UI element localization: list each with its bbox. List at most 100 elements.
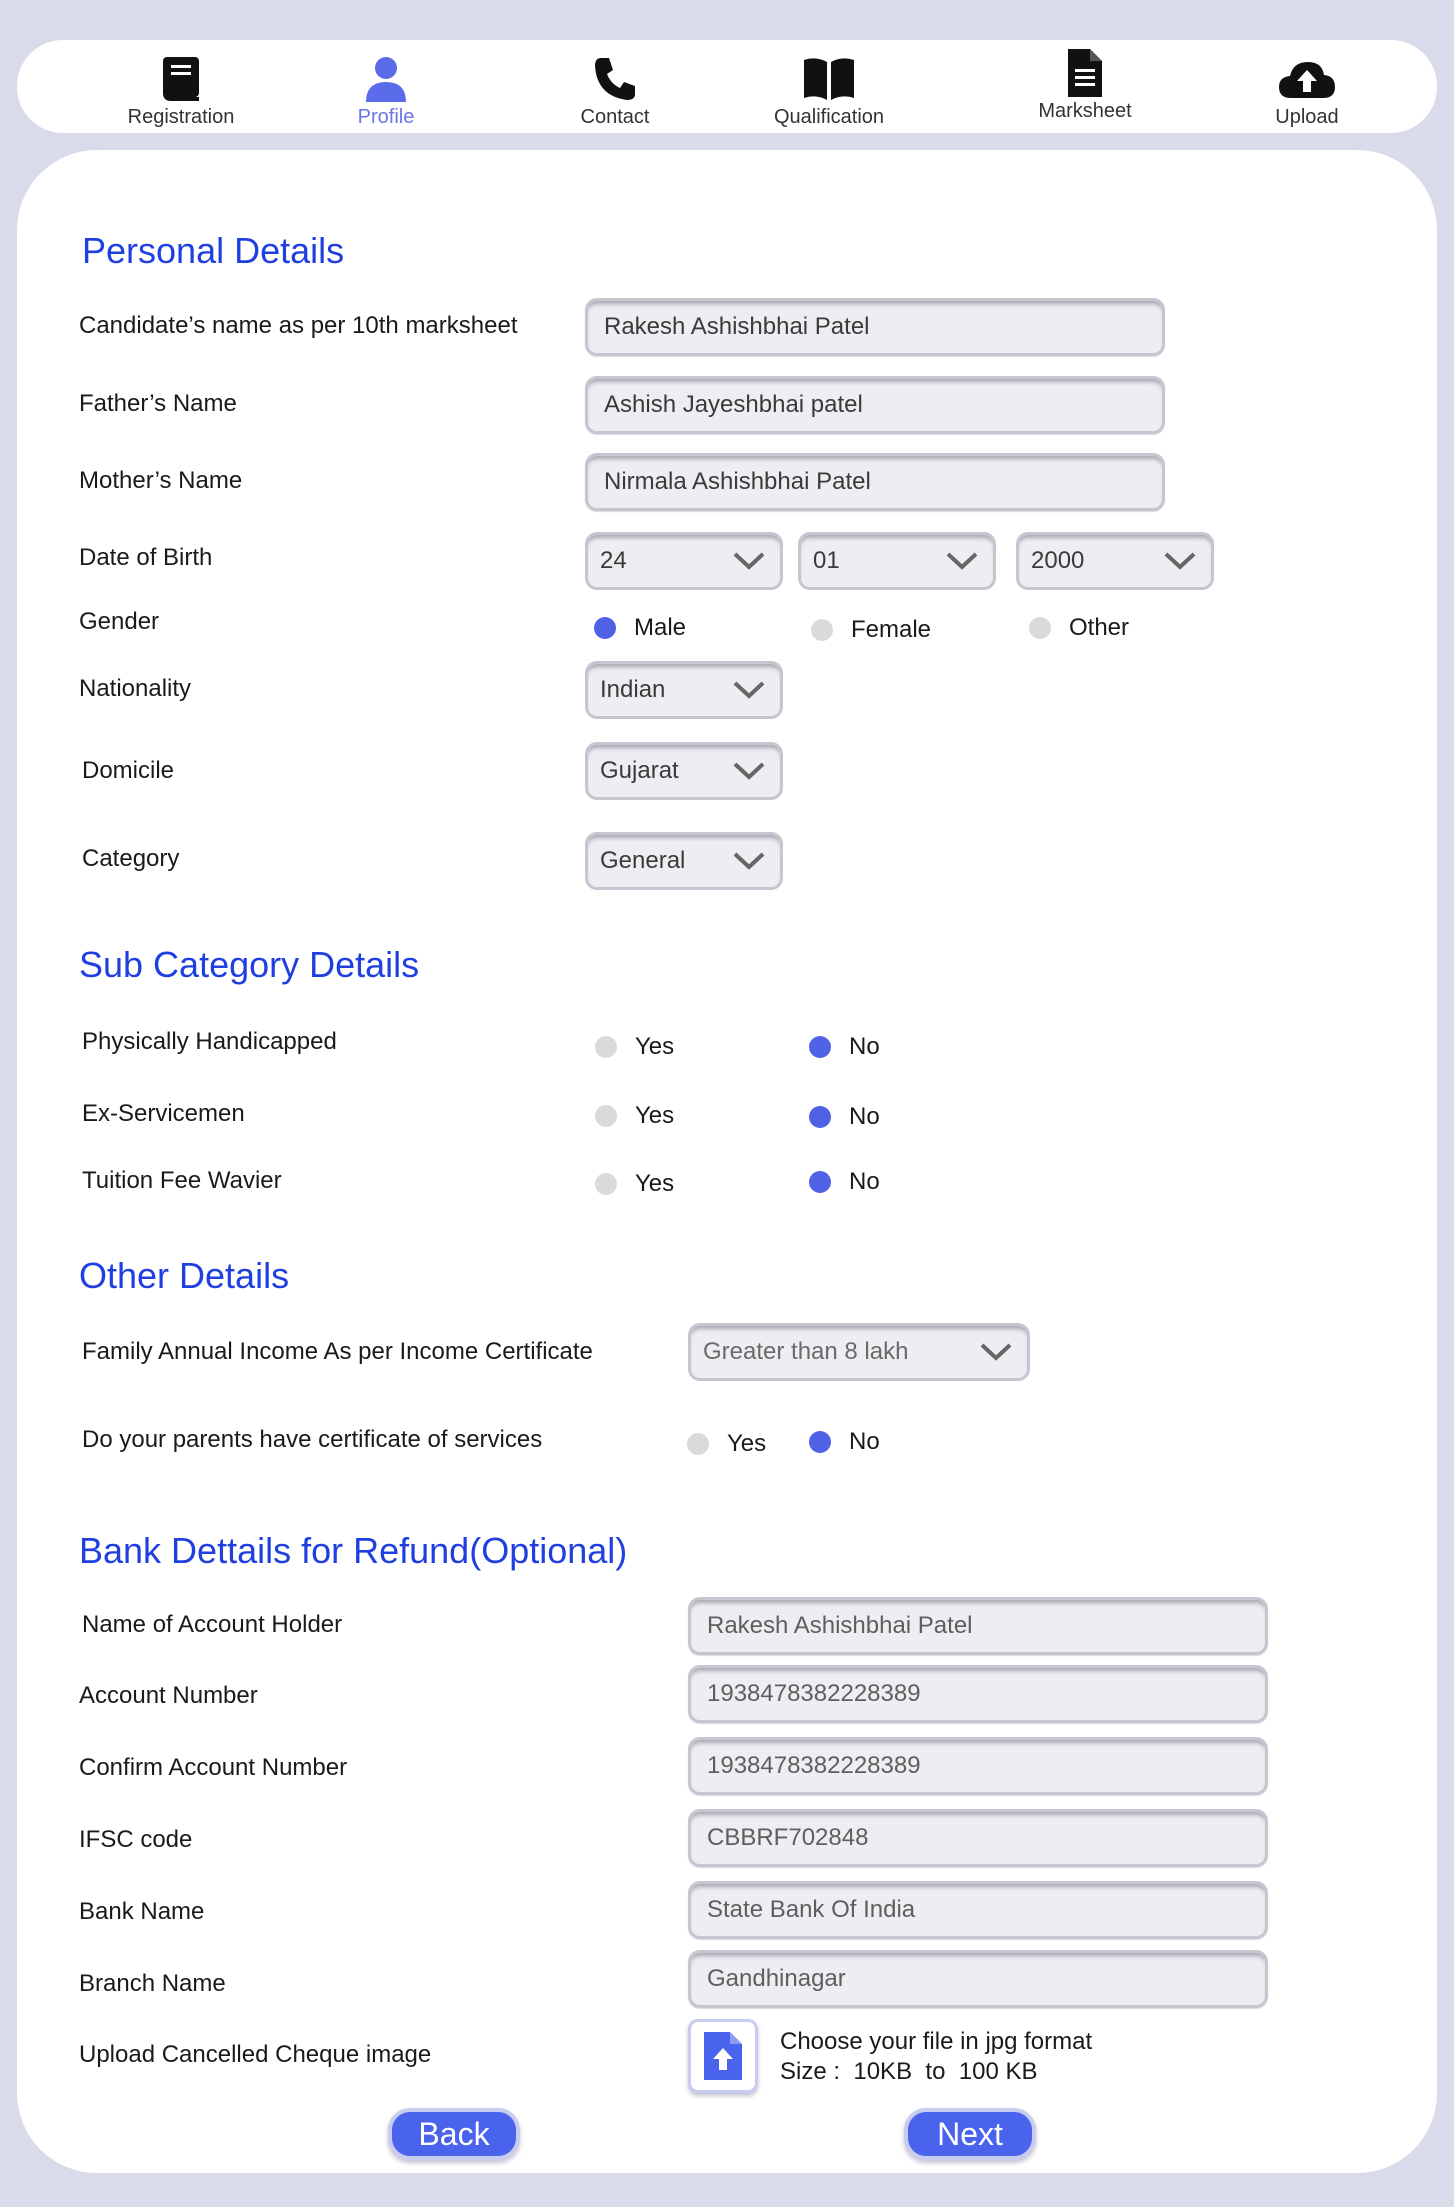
nav-label-qualification: Qualification [773, 106, 885, 128]
dob-year-value: 2000 [1031, 547, 1085, 574]
domicile-value: Gujarat [600, 757, 679, 784]
dob-month-select[interactable]: 01 [798, 532, 996, 590]
chevron-down-icon [733, 552, 765, 570]
section-title-bank: Bank Dettails for Refund(Optional) [79, 1530, 628, 1571]
radio-dot [595, 1173, 617, 1195]
chevron-down-icon [946, 552, 978, 570]
back-button[interactable]: Back [388, 2108, 520, 2160]
income-value: Greater than 8 lakh [703, 1338, 909, 1365]
ph-no-radio[interactable]: No [809, 1033, 880, 1061]
ph-no-label: No [849, 1033, 880, 1060]
nav-item-contact[interactable]: Contact [535, 40, 695, 133]
section-title-personal: Personal Details [82, 230, 345, 271]
upload-format-text: Choose your file in jpg format [780, 2028, 1093, 2055]
dob-day-select[interactable]: 24 [585, 532, 783, 590]
radio-dot [594, 617, 616, 639]
domicile-select[interactable]: Gujarat [585, 742, 783, 800]
nav-item-profile[interactable]: Profile [306, 40, 466, 133]
person-icon [366, 57, 406, 102]
nationality-select[interactable]: Indian [585, 661, 783, 719]
income-select[interactable]: Greater than 8 lakh [688, 1323, 1030, 1381]
tfw-yes-label: Yes [635, 1170, 675, 1197]
cert-yes-label: Yes [727, 1430, 767, 1457]
account-holder-label: Name of Account Holder [82, 1611, 343, 1638]
ph-yes-label: Yes [635, 1033, 675, 1060]
gender-other-radio[interactable]: Other [1029, 614, 1129, 642]
dob-year-select[interactable]: 2000 [1016, 532, 1214, 590]
tuition-fee-waiver-label: Tuition Fee Wavier [82, 1167, 282, 1194]
next-button[interactable]: Next [904, 2108, 1036, 2160]
radio-dot [1029, 617, 1051, 639]
es-yes-label: Yes [635, 1102, 675, 1129]
mother-name-label: Mother’s Name [79, 467, 243, 494]
nav-item-registration[interactable]: Registration [101, 40, 261, 133]
chevron-down-icon [733, 762, 765, 780]
nav-item-marksheet[interactable]: Marksheet [1005, 40, 1165, 133]
cert-no-radio[interactable]: No [809, 1428, 880, 1456]
account-number-label: Account Number [79, 1682, 258, 1709]
radio-dot [811, 619, 833, 641]
nav-label-profile: Profile [357, 106, 415, 128]
ifsc-input[interactable] [688, 1809, 1268, 1867]
section-title-other: Other Details [79, 1255, 290, 1296]
cert-yes-radio[interactable]: Yes [687, 1430, 766, 1458]
nationality-value: Indian [600, 676, 666, 703]
gender-label: Gender [79, 608, 160, 635]
bank-name-input[interactable] [688, 1881, 1268, 1939]
nationality-label: Nationality [79, 675, 192, 702]
category-label: Category [82, 845, 180, 872]
nav-label-registration: Registration [127, 106, 235, 128]
category-select[interactable]: General [585, 832, 783, 890]
father-name-input[interactable] [585, 376, 1165, 434]
ifsc-label: IFSC code [79, 1826, 193, 1853]
tfw-no-label: No [849, 1168, 880, 1195]
domicile-label: Domicile [82, 757, 175, 784]
nav-label-upload: Upload [1275, 106, 1339, 128]
radio-dot [687, 1433, 709, 1455]
income-label: Family Annual Income As per Income Certi… [82, 1338, 593, 1365]
cloud-upload-icon [1279, 62, 1335, 98]
upload-file-button[interactable] [688, 2019, 758, 2093]
candidate-name-label: Candidate’s name as per 10th marksheet [79, 312, 518, 339]
branch-name-input[interactable] [688, 1950, 1268, 2008]
mother-name-input[interactable] [585, 453, 1165, 511]
es-no-label: No [849, 1103, 880, 1130]
tfw-yes-radio[interactable]: Yes [595, 1170, 674, 1198]
gender-female-radio[interactable]: Female [811, 616, 931, 644]
branch-name-label: Branch Name [79, 1970, 226, 1997]
radio-dot [809, 1171, 831, 1193]
file-upload-icon [704, 2032, 742, 2080]
account-holder-input[interactable] [688, 1597, 1268, 1655]
upload-hint: Choose your file in jpg format Size : 10… [780, 2027, 1092, 2087]
form-card: Personal Details Candidate’s name as per… [17, 150, 1437, 2173]
tfw-no-radio[interactable]: No [809, 1168, 880, 1196]
chevron-down-icon [980, 1343, 1012, 1361]
es-yes-radio[interactable]: Yes [595, 1102, 674, 1130]
radio-dot [809, 1106, 831, 1128]
ph-yes-radio[interactable]: Yes [595, 1033, 674, 1061]
confirm-account-input[interactable] [688, 1737, 1268, 1795]
cert-no-label: No [849, 1428, 880, 1455]
radio-dot [595, 1105, 617, 1127]
gender-male-radio[interactable]: Male [594, 614, 686, 642]
nav-item-qualification[interactable]: Qualification [749, 40, 909, 133]
document-icon [1068, 49, 1102, 97]
radio-dot [809, 1431, 831, 1453]
open-book-icon [804, 58, 854, 100]
physically-handicapped-label: Physically Handicapped [82, 1028, 337, 1055]
bank-name-label: Bank Name [79, 1898, 205, 1925]
book-icon [163, 57, 199, 101]
candidate-name-input[interactable] [585, 298, 1165, 356]
ex-servicemen-label: Ex-Servicemen [82, 1100, 245, 1127]
nav-item-upload[interactable]: Upload [1227, 40, 1387, 133]
father-name-label: Father’s Name [79, 390, 237, 417]
phone-icon [595, 58, 635, 100]
account-number-input[interactable] [688, 1665, 1268, 1723]
dob-day-value: 24 [600, 547, 627, 574]
section-title-subcategory: Sub Category Details [79, 944, 420, 985]
upload-cheque-label: Upload Cancelled Cheque image [79, 2041, 432, 2068]
chevron-down-icon [733, 681, 765, 699]
confirm-account-label: Confirm Account Number [79, 1754, 348, 1781]
es-no-radio[interactable]: No [809, 1103, 880, 1131]
gender-other-label: Other [1069, 614, 1130, 641]
